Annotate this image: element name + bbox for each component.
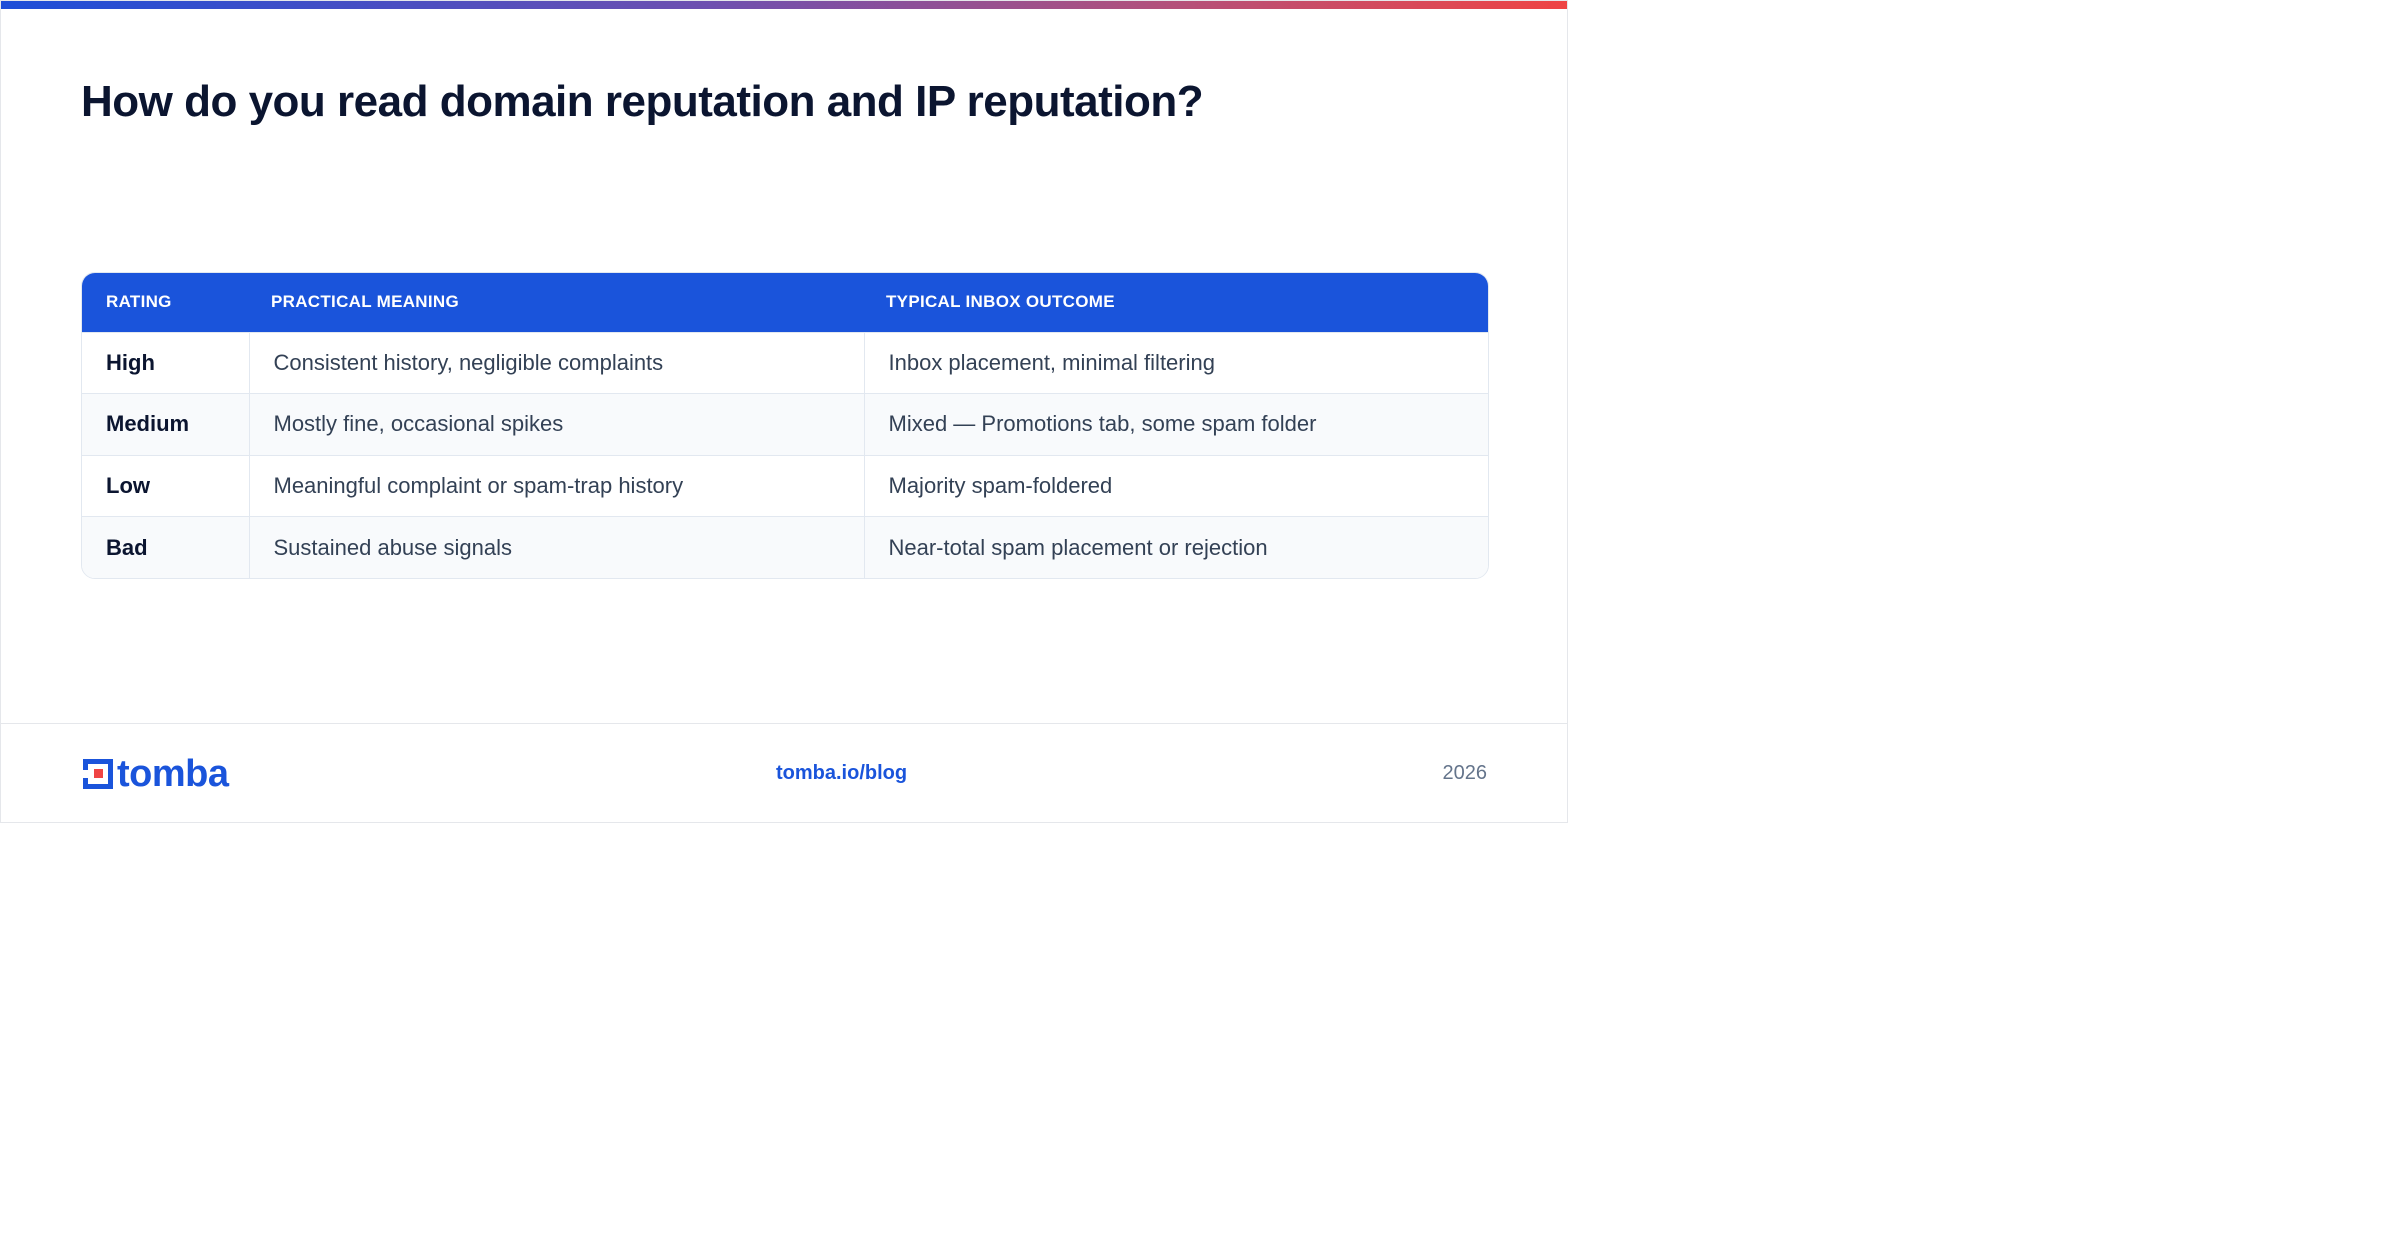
- rating-cell: High: [82, 331, 249, 394]
- column-header-meaning: PRACTICAL MEANING: [271, 292, 460, 312]
- meaning-cell: Consistent history, negligible complaint…: [248, 331, 864, 394]
- rating-cell: Bad: [82, 516, 249, 578]
- table-row: High Consistent history, negligible comp…: [82, 331, 1488, 394]
- meaning-cell: Meaningful complaint or spam-trap histor…: [248, 454, 864, 517]
- outcome-cell: Near-total spam placement or rejection: [863, 516, 1488, 578]
- logo-wordmark: tomba: [117, 753, 229, 795]
- reputation-table: RATING PRACTICAL MEANING TYPICAL INBOX O…: [81, 272, 1489, 579]
- outcome-cell: Majority spam-foldered: [863, 454, 1488, 517]
- meaning-cell: Mostly fine, occasional spikes: [248, 393, 864, 455]
- meaning-cell: Sustained abuse signals: [248, 516, 864, 578]
- footer-year: 2026: [1442, 762, 1488, 784]
- top-gradient-bar: [1, 1, 1567, 9]
- outcome-cell: Mixed — Promotions tab, some spam folder: [863, 393, 1488, 455]
- table-row: Bad Sustained abuse signals Near-total s…: [82, 516, 1488, 578]
- table-row: Low Meaningful complaint or spam-trap hi…: [82, 454, 1488, 517]
- footer-divider: [1, 723, 1567, 724]
- table-row: Medium Mostly fine, occasional spikes Mi…: [82, 393, 1488, 455]
- tomba-logo: tomba: [81, 753, 229, 795]
- column-header-outcome: TYPICAL INBOX OUTCOME: [886, 292, 1115, 312]
- page-title: How do you read domain reputation and IP…: [81, 77, 1204, 126]
- tomba-logo-icon: [81, 759, 113, 789]
- rating-cell: Medium: [82, 393, 249, 455]
- table-header-row: RATING PRACTICAL MEANING TYPICAL INBOX O…: [82, 273, 1488, 332]
- rating-cell: Low: [82, 454, 249, 517]
- blog-link[interactable]: tomba.io/blog: [776, 762, 907, 785]
- column-header-rating: RATING: [106, 292, 172, 312]
- outcome-cell: Inbox placement, minimal filtering: [863, 331, 1488, 394]
- page: How do you read domain reputation and IP…: [0, 0, 1568, 823]
